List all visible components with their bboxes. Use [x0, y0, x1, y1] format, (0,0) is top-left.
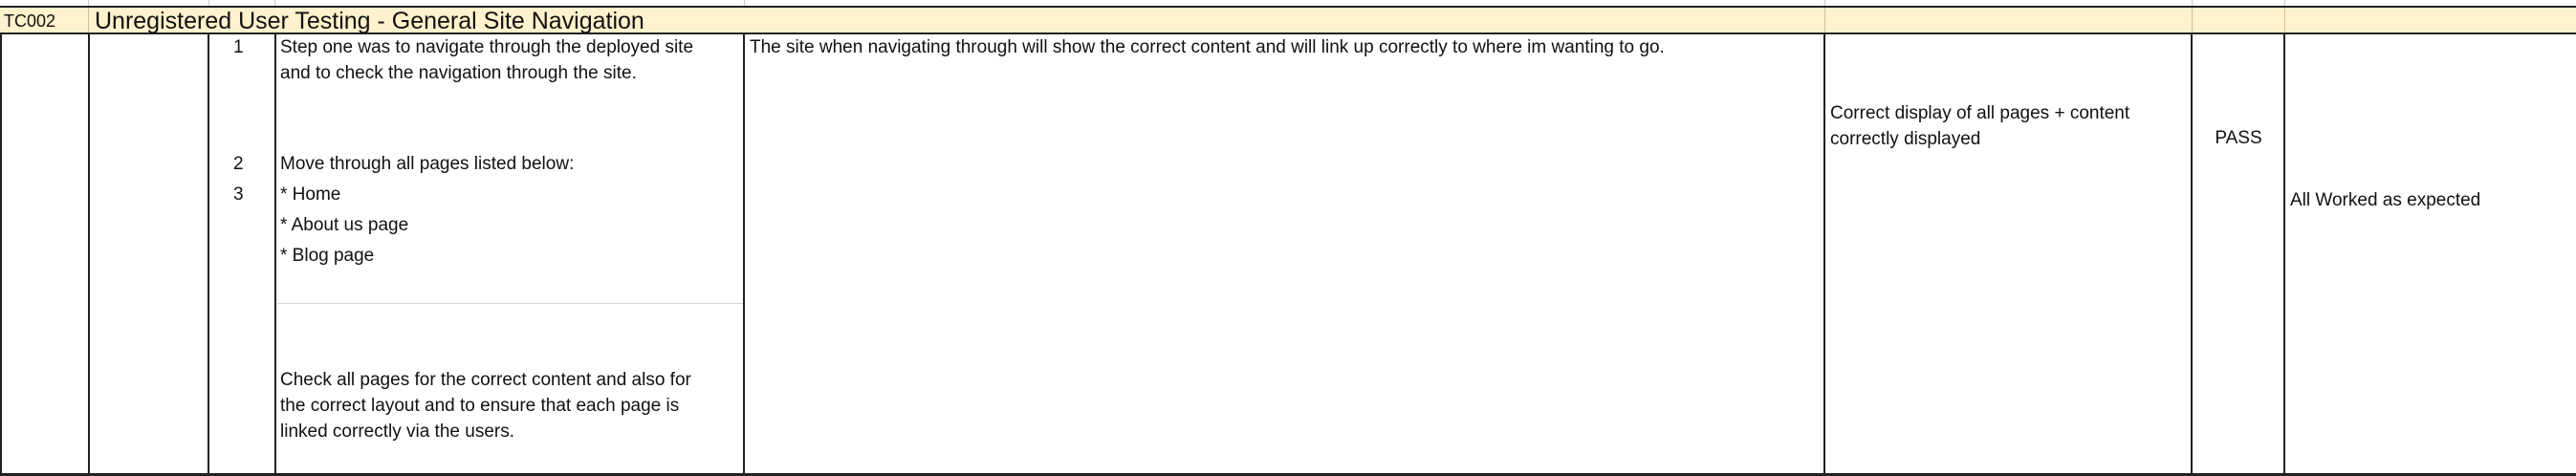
grid-line: [2284, 8, 2285, 32]
step-number-3[interactable]: 3: [233, 182, 244, 207]
test-case-sheet: TC002 Unregistered User Testing - Genera…: [0, 0, 2576, 476]
grid-line: [277, 303, 743, 304]
grid-line: [2283, 34, 2285, 476]
comments[interactable]: All Worked as expected: [2290, 187, 2572, 213]
step-2-description[interactable]: Move through all pages listed below:: [280, 151, 741, 177]
grid-line: [743, 34, 745, 476]
check-pages-description[interactable]: Check all pages for the correct content …: [280, 367, 741, 444]
grid-line: [1823, 34, 1825, 476]
step-number-2[interactable]: 2: [233, 151, 244, 177]
grid-line: [2191, 34, 2193, 476]
page-list-item-about[interactable]: * About us page: [280, 212, 741, 238]
grid-line: [88, 8, 89, 32]
grid-line: [207, 34, 209, 476]
grid-line: [1824, 8, 1825, 32]
page-list-item-home[interactable]: * Home: [280, 182, 741, 207]
page-list-item-blog[interactable]: * Blog page: [280, 243, 741, 269]
status-pass[interactable]: PASS: [2193, 125, 2284, 151]
test-case-title[interactable]: Unregistered User Testing - General Site…: [95, 9, 644, 33]
grid-line: [2192, 8, 2193, 32]
step-number-1[interactable]: 1: [233, 34, 244, 60]
grid-line: [0, 34, 2, 476]
grid-line: [274, 34, 276, 476]
grid-line: [88, 34, 90, 476]
test-case-id[interactable]: TC002: [4, 11, 55, 32]
step-1-description[interactable]: Step one was to navigate through the dep…: [280, 34, 741, 86]
actual-result[interactable]: Correct display of all pages + content c…: [1830, 100, 2189, 152]
test-case-header-row[interactable]: TC002 Unregistered User Testing - Genera…: [0, 6, 2576, 34]
expected-result[interactable]: The site when navigating through will sh…: [750, 34, 1821, 60]
